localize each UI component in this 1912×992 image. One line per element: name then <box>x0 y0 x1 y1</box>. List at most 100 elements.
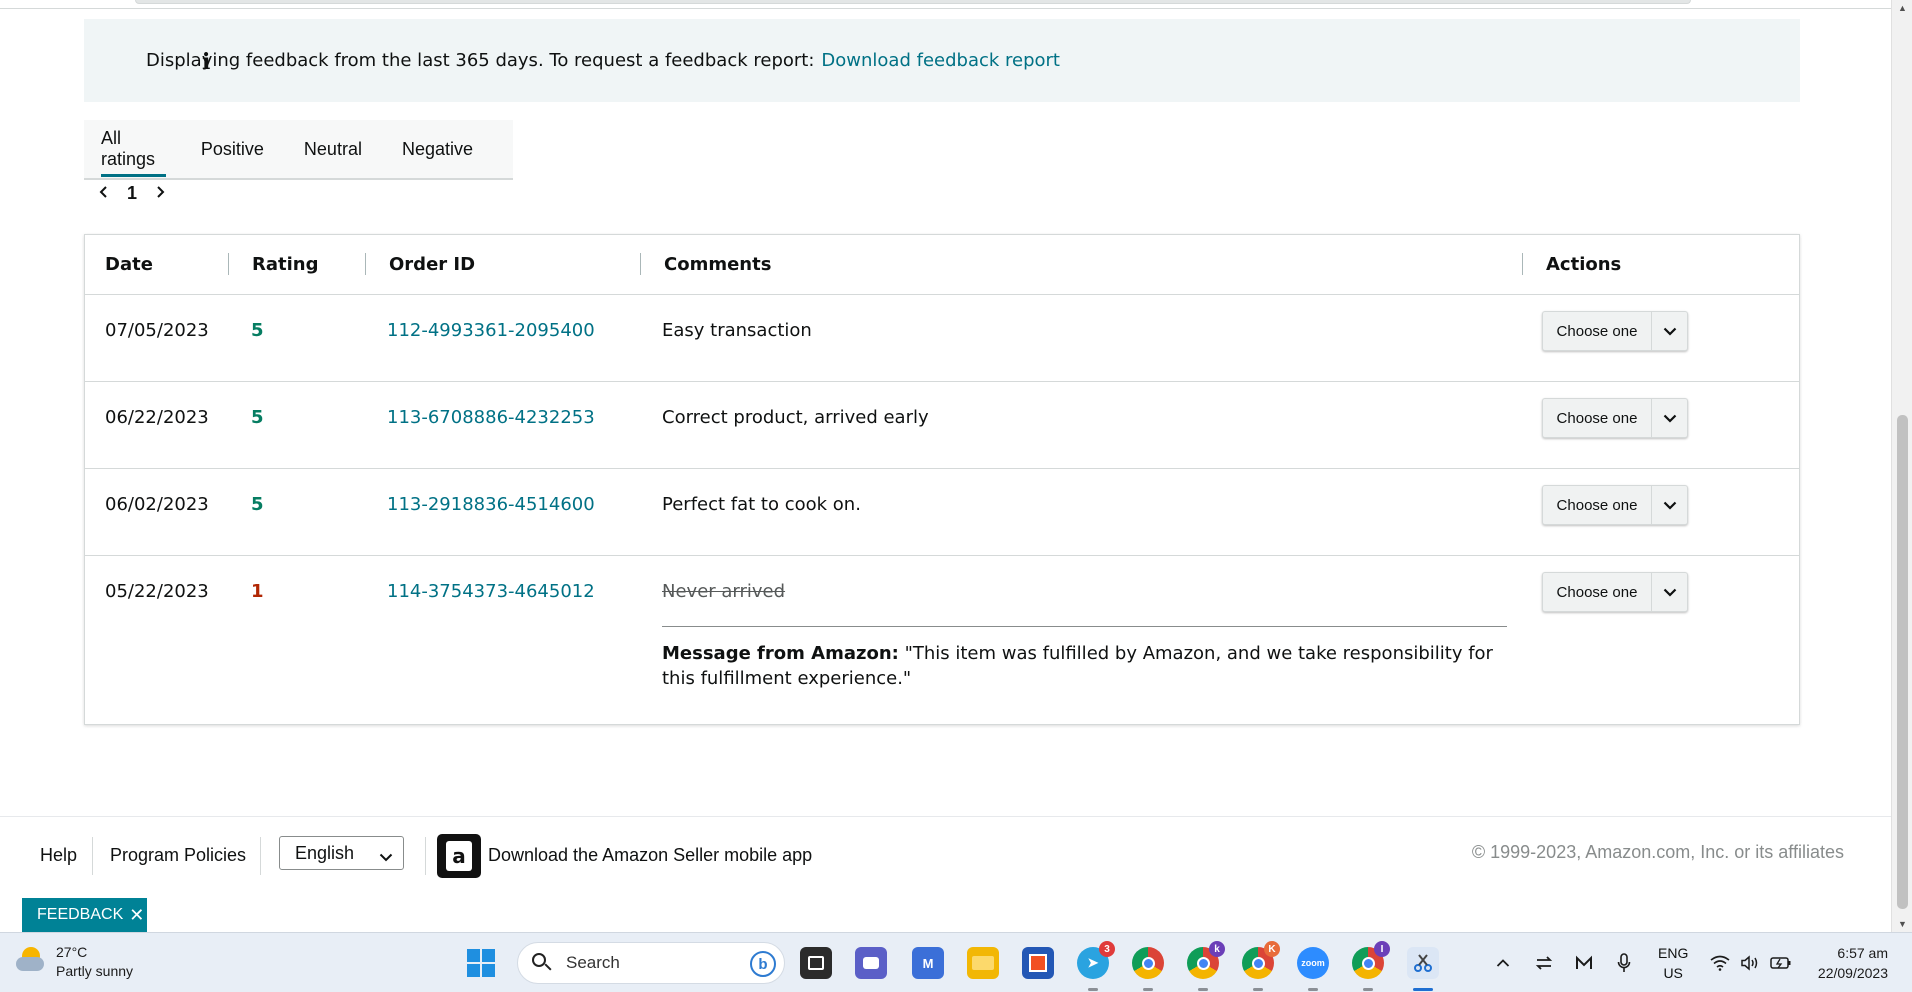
telegram-icon[interactable]: ➤ 3 <box>1077 941 1115 991</box>
header-comments: Comments <box>664 254 772 275</box>
chrome-profile-icon[interactable]: I <box>1352 941 1390 991</box>
rating-tabs: All ratings Positive Neutral Negative <box>84 120 513 180</box>
table-row: 05/22/2023 1 114-3754373-4645012 Never a… <box>85 556 1799 724</box>
row-action-dropdown[interactable]: Choose one <box>1542 398 1688 438</box>
current-page[interactable]: 1 <box>114 183 150 204</box>
tab-all-ratings[interactable]: All ratings <box>101 119 166 179</box>
prev-page-icon[interactable] <box>94 183 114 204</box>
chevron-down-icon <box>1652 486 1687 524</box>
row-date: 06/22/2023 <box>105 407 209 428</box>
chevron-down-icon <box>1652 573 1687 611</box>
wifi-icon[interactable] <box>1710 933 1730 992</box>
header-order-id: Order ID <box>389 254 476 275</box>
chevron-down-icon <box>1652 312 1687 350</box>
info-icon: i <box>202 49 211 75</box>
feedback-table: Date Rating Order ID Comments Actions 07… <box>84 234 1800 725</box>
clock-time: 6:57 am <box>1837 945 1888 961</box>
row-date: 07/05/2023 <box>105 320 209 341</box>
feedback-label: FEEDBACK <box>37 906 124 923</box>
download-feedback-report-link[interactable]: Download feedback report <box>821 50 1060 71</box>
download-seller-app-link[interactable]: Download the Amazon Seller mobile app <box>488 845 812 866</box>
microphone-icon[interactable] <box>1617 933 1631 992</box>
zoom-icon[interactable]: zoom <box>1297 947 1329 991</box>
footer-help-link[interactable]: Help <box>40 845 77 866</box>
row-order-id-link[interactable]: 114-3754373-4645012 <box>387 581 595 602</box>
battery-icon[interactable] <box>1770 933 1792 992</box>
row-rating: 1 <box>251 581 264 602</box>
chrome-profile-icon[interactable]: k <box>1187 941 1225 991</box>
row-rating: 5 <box>251 407 264 428</box>
footer: Help Program Policies English a Download… <box>0 816 1891 932</box>
scrollbar-thumb[interactable] <box>1897 415 1908 909</box>
feedback-tab[interactable]: FEEDBACK ✕ <box>22 898 147 932</box>
header-rating: Rating <box>252 254 319 275</box>
row-comment: Perfect fat to cook on. <box>662 494 861 515</box>
row-comment: Correct product, arrived early <box>662 407 929 428</box>
row-order-id-link[interactable]: 113-6708886-4232253 <box>387 407 595 428</box>
action-label: Choose one <box>1543 312 1652 350</box>
browser-content: i Displaying feedback from the last 365 … <box>0 0 1891 932</box>
app-tray-icon[interactable] <box>1575 933 1593 992</box>
weather-widget[interactable]: 27°C Partly sunny <box>14 943 133 981</box>
pagination: 1 <box>94 183 170 204</box>
sync-tray-icon[interactable] <box>1535 933 1553 992</box>
scroll-up-icon[interactable]: ▲ <box>1898 3 1907 13</box>
search-icon <box>532 953 552 973</box>
row-order-id-link[interactable]: 112-4993361-2095400 <box>387 320 595 341</box>
amazon-message: Message from Amazon: "This item was fulf… <box>662 626 1507 691</box>
show-hidden-icons[interactable] <box>1496 933 1510 992</box>
chevron-down-icon <box>1652 399 1687 437</box>
table-row: 06/22/2023 5 113-6708886-4232253 Correct… <box>85 382 1799 469</box>
volume-icon[interactable] <box>1740 933 1760 992</box>
row-comment-struck: Never arrived <box>662 581 786 602</box>
copyright: © 1999-2023, Amazon.com, Inc. or its aff… <box>1471 842 1844 862</box>
row-action-dropdown[interactable]: Choose one <box>1542 485 1688 525</box>
info-banner: i Displaying feedback from the last 365 … <box>84 19 1800 102</box>
row-comment: Easy transaction <box>662 320 812 341</box>
chrome-icon[interactable] <box>1132 947 1164 991</box>
action-label: Choose one <box>1543 486 1652 524</box>
language-value: English <box>295 842 355 863</box>
table-header: Date Rating Order ID Comments Actions <box>85 235 1799 295</box>
row-order-id-link[interactable]: 113-2918836-4514600 <box>387 494 595 515</box>
weather-desc: Partly sunny <box>56 963 134 979</box>
chrome-profile-icon[interactable]: K <box>1242 941 1280 991</box>
banner-message: Displaying feedback from the last 365 da… <box>146 50 815 71</box>
snipping-tool-icon[interactable] <box>1407 947 1439 991</box>
tab-neutral[interactable]: Neutral <box>304 119 362 179</box>
language-select[interactable]: English <box>279 836 404 870</box>
task-view-icon[interactable] <box>800 947 832 979</box>
row-rating: 5 <box>251 320 264 341</box>
row-action-dropdown[interactable]: Choose one <box>1542 572 1688 612</box>
table-row: 06/02/2023 5 113-2918836-4514600 Perfect… <box>85 469 1799 556</box>
top-strip <box>0 0 1891 9</box>
windows-taskbar: 27°C Partly sunny Search b M ➤ 3 k K zoom… <box>0 932 1912 992</box>
bing-icon[interactable]: b <box>750 951 776 977</box>
teams-chat-icon[interactable] <box>855 947 887 979</box>
next-page-icon[interactable] <box>150 183 170 204</box>
taskbar-search[interactable]: Search b <box>517 942 785 984</box>
tab-negative[interactable]: Negative <box>402 119 473 179</box>
windows-start-icon[interactable] <box>467 949 495 977</box>
file-explorer-icon[interactable] <box>967 947 999 979</box>
tab-positive[interactable]: Positive <box>201 119 264 179</box>
vertical-scrollbar[interactable]: ▲ ▼ <box>1891 0 1912 932</box>
amazon-message-label: Message from Amazon: <box>662 643 899 664</box>
microsoft-store-icon[interactable] <box>1022 947 1054 979</box>
header-date: Date <box>105 254 153 275</box>
system-clock[interactable]: 6:57 am 22/09/2023 <box>1818 943 1888 983</box>
row-date: 05/22/2023 <box>105 581 209 602</box>
row-date: 06/02/2023 <box>105 494 209 515</box>
action-label: Choose one <box>1543 573 1652 611</box>
partly-sunny-icon <box>14 943 46 975</box>
close-icon[interactable]: ✕ <box>129 905 144 926</box>
scroll-down-icon[interactable]: ▼ <box>1898 919 1907 929</box>
mail-app-icon[interactable]: M <box>912 947 944 979</box>
row-rating: 5 <box>251 494 264 515</box>
amazon-seller-app-icon[interactable]: a <box>437 834 481 878</box>
chevron-down-icon <box>379 846 393 867</box>
action-label: Choose one <box>1543 399 1652 437</box>
row-action-dropdown[interactable]: Choose one <box>1542 311 1688 351</box>
footer-program-policies-link[interactable]: Program Policies <box>110 845 246 866</box>
input-language[interactable]: ENG US <box>1658 943 1688 983</box>
